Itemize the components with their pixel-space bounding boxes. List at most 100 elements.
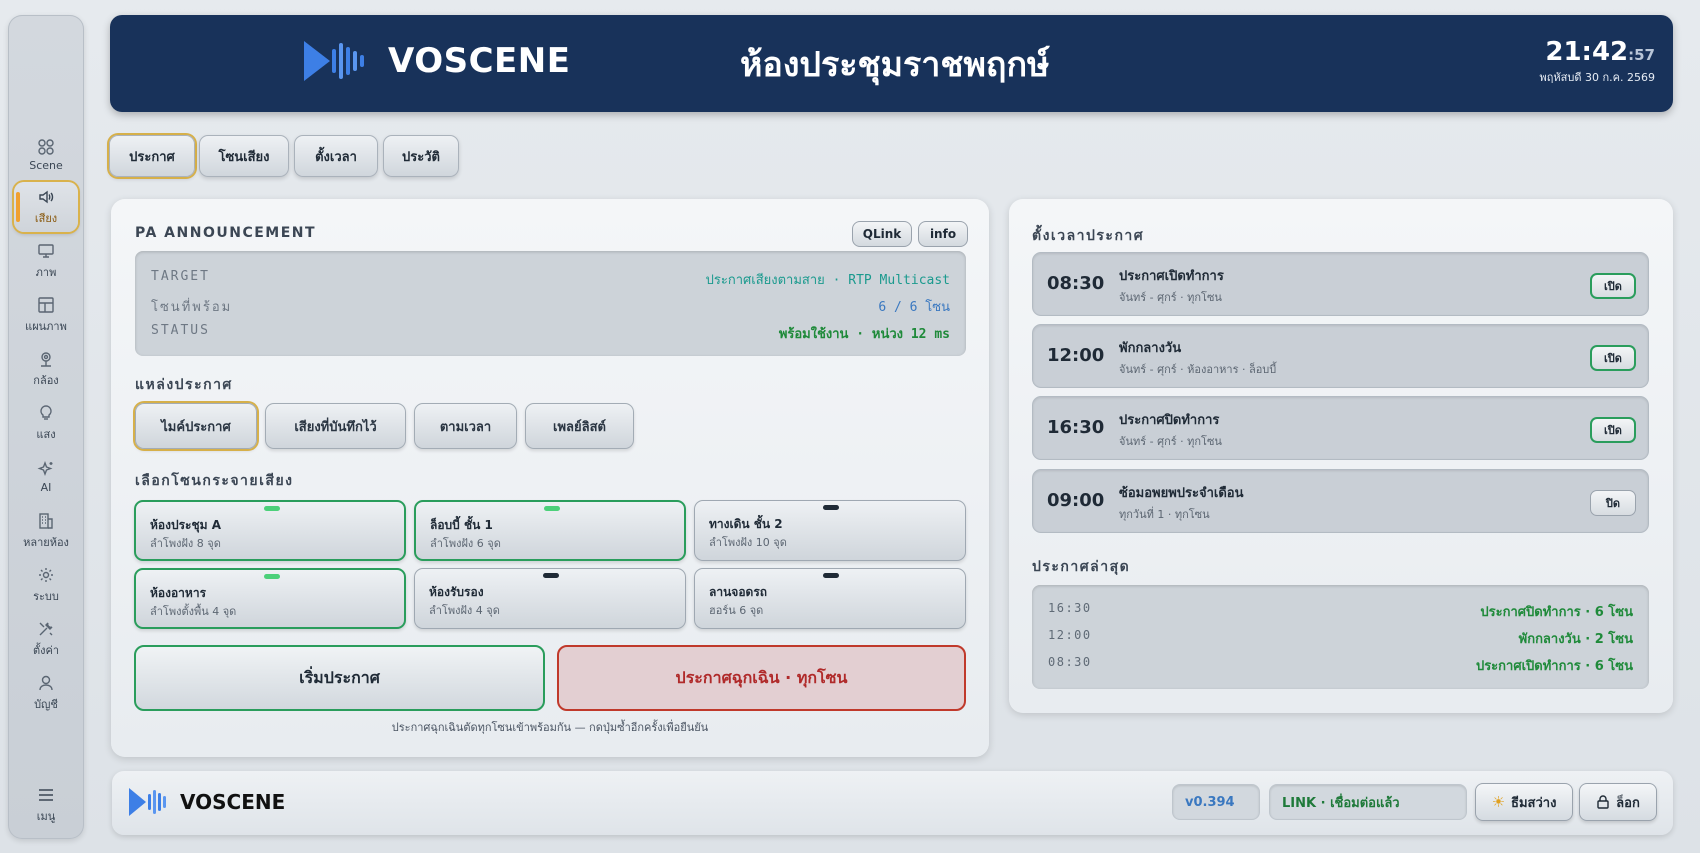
clock-time: 21:42 bbox=[1545, 37, 1629, 67]
start-announce-button[interactable]: เริ่มประกาศ bbox=[134, 645, 545, 711]
schedule-item-sub: จันทร์ - ศุกร์ · ทุกโซน bbox=[1119, 291, 1222, 304]
log-time: 12:00 bbox=[1048, 628, 1092, 642]
zone-led bbox=[823, 573, 839, 578]
hamburger-icon bbox=[39, 788, 53, 801]
info-key: STATUS bbox=[151, 323, 210, 338]
building-icon bbox=[39, 512, 53, 529]
schedule-item-sub: จันทร์ - ศุกร์ · ทุกโซน bbox=[1119, 435, 1222, 448]
schedule-item[interactable]: 12:00 พักกลางวัน จันทร์ - ศุกร์ · ห้องอา… bbox=[1032, 324, 1649, 388]
monitor-icon bbox=[38, 243, 54, 258]
source-scheduled-button[interactable]: ตามเวลา bbox=[414, 403, 517, 449]
schedule-item-title: ประกาศเปิดทำการ bbox=[1119, 269, 1224, 284]
clock-date: พฤหัสบดี 30 ก.ค. 2569 bbox=[1539, 71, 1656, 84]
zone-led bbox=[264, 506, 280, 511]
tab-zones[interactable]: โซนเสียง bbox=[199, 135, 289, 177]
log-row: 08:30 ประกาศเปิดทำการ · 6 โซน bbox=[1048, 655, 1633, 676]
sidebar: Scene เสียง ภาพ แผนภาพ กล้อง แสง AI หลาย… bbox=[8, 15, 84, 839]
schedule-item-title: ซ้อมอพยพประจำเดือน bbox=[1119, 486, 1244, 501]
brand-name: VOSCENE bbox=[388, 41, 571, 81]
zone-card-meeting-a[interactable]: ห้องประชุม A ลำโพงฝัง 8 จุด bbox=[134, 500, 406, 561]
voscene-logo-icon bbox=[129, 788, 166, 816]
sidebar-item-label: เสียง bbox=[34, 211, 58, 225]
sidebar-item-label: ตั้งค่า bbox=[32, 643, 60, 657]
info-row-status: STATUS พร้อมใช้งาน · หน่วง 12 ms bbox=[151, 323, 950, 344]
lock-button[interactable]: ล็อก bbox=[1579, 783, 1657, 821]
emergency-announce-button[interactable]: ประกาศฉุกเฉิน · ทุกโซน bbox=[557, 645, 966, 711]
info-row-target: TARGET ประกาศเสียงตามสาย · RTP Multicast bbox=[151, 269, 950, 290]
grid-icon bbox=[38, 139, 54, 155]
zone-card-parking[interactable]: ลานจอดรถ ฮอร์น 6 จุด bbox=[694, 568, 966, 629]
room-title: ห้องประชุมราชพฤกษ์ bbox=[740, 45, 1050, 85]
tab-schedule[interactable]: ตั้งเวลา bbox=[294, 135, 378, 177]
schedule-toggle[interactable]: เปิด bbox=[1590, 273, 1636, 299]
zone-card-corridor[interactable]: ทางเดิน ชั้น 2 ลำโพงฝัง 10 จุด bbox=[694, 500, 966, 561]
info-value: 6 / 6 โซน bbox=[878, 300, 950, 315]
source-mic-button[interactable]: ไมค์ประกาศ bbox=[135, 403, 257, 449]
schedule-toggle[interactable]: ปิด bbox=[1590, 490, 1636, 516]
source-title: แหล่งประกาศ bbox=[135, 377, 233, 393]
sidebar-menu-button[interactable]: เมนู bbox=[14, 780, 78, 830]
sidebar-item-label: Scene bbox=[29, 159, 63, 172]
schedule-item[interactable]: 09:00 ซ้อมอพยพประจำเดือน ทุกวันที่ 1 · ท… bbox=[1032, 469, 1649, 533]
log-row: 12:00 พักกลางวัน · 2 โซน bbox=[1048, 628, 1633, 649]
source-playlist-button[interactable]: เพลย์ลิสต์ bbox=[525, 403, 634, 449]
sidebar-menu-label: เมนู bbox=[36, 809, 56, 823]
schedule-toggle[interactable]: เปิด bbox=[1590, 417, 1636, 443]
schedule-time: 12:00 bbox=[1047, 345, 1105, 366]
clock: 21:42:57 พฤหัสบดี 30 ก.ค. 2569 bbox=[1540, 37, 1656, 86]
zone-sub: ฮอร์น 6 จุด bbox=[709, 604, 764, 617]
sidebar-item-label: ภาพ bbox=[35, 265, 57, 279]
log-row: 16:30 ประกาศปิดทำการ · 6 โซน bbox=[1048, 601, 1633, 622]
sidebar-item-sound[interactable]: เสียง bbox=[14, 182, 78, 232]
info-button[interactable]: info bbox=[918, 221, 968, 247]
tab-history[interactable]: ประวัติ bbox=[383, 135, 459, 177]
schedule-time: 08:30 bbox=[1047, 273, 1105, 294]
schedule-item[interactable]: 16:30 ประกาศปิดทำการ จันทร์ - ศุกร์ · ทุ… bbox=[1032, 396, 1649, 460]
footer-brand: VOSCENE bbox=[180, 790, 286, 814]
sidebar-item-system[interactable]: ระบบ bbox=[14, 560, 78, 610]
sidebar-item-layout[interactable]: แผนภาพ bbox=[14, 290, 78, 340]
zone-title: เลือกโซนกระจายเสียง bbox=[135, 473, 294, 489]
sidebar-item-settings[interactable]: ตั้งค่า bbox=[14, 614, 78, 664]
sidebar-item-scene[interactable]: Scene bbox=[14, 130, 78, 180]
pa-info-box: TARGET ประกาศเสียงตามสาย · RTP Multicast… bbox=[135, 251, 966, 356]
schedule-time: 09:00 bbox=[1047, 490, 1105, 511]
zone-name: ห้องประชุม A bbox=[150, 518, 222, 532]
sidebar-item-account[interactable]: บัญชี bbox=[14, 668, 78, 718]
schedule-item-sub: จันทร์ - ศุกร์ · ห้องอาหาร · ล็อบบี้ bbox=[1119, 363, 1277, 376]
zone-sub: ลำโพงตั้งพื้น 4 จุด bbox=[150, 605, 237, 618]
pa-title: PA ANNOUNCEMENT bbox=[135, 225, 317, 241]
zone-name: ทางเดิน ชั้น 2 bbox=[709, 517, 783, 531]
zone-card-dining[interactable]: ห้องอาหาร ลำโพงตั้งพื้น 4 จุด bbox=[134, 568, 406, 629]
qlink-button[interactable]: QLink bbox=[852, 221, 912, 247]
sidebar-item-multiroom[interactable]: หลายห้อง bbox=[14, 506, 78, 556]
zone-sub: ลำโพงฝัง 10 จุด bbox=[709, 536, 787, 549]
layout-icon bbox=[38, 296, 54, 313]
zone-card-lobby[interactable]: ล็อบบี้ ชั้น 1 ลำโพงฝัง 6 จุด bbox=[414, 500, 686, 561]
source-recorded-button[interactable]: เสียงที่บันทึกไว้ bbox=[265, 403, 406, 449]
tab-announce[interactable]: ประกาศ bbox=[109, 135, 195, 177]
sidebar-item-ai[interactable]: AI bbox=[14, 452, 78, 502]
theme-toggle-button[interactable]: ☀ ธีมสว่าง bbox=[1475, 783, 1573, 821]
user-icon bbox=[39, 675, 53, 690]
sun-icon: ☀ bbox=[1491, 793, 1506, 811]
emergency-hint: ประกาศฉุกเฉินตัดทุกโซนเข้าพร้อมกัน — กดป… bbox=[391, 721, 709, 734]
clock-seconds: :57 bbox=[1628, 46, 1655, 64]
sidebar-item-light[interactable]: แสง bbox=[14, 398, 78, 448]
log-time: 16:30 bbox=[1048, 601, 1092, 615]
info-row-zones: โซนที่พร้อม 6 / 6 โซน bbox=[151, 296, 950, 317]
link-status: LINK · เชื่อมต่อแล้ว bbox=[1269, 784, 1467, 820]
camera-icon bbox=[41, 351, 51, 367]
brand-logo: VOSCENE bbox=[302, 39, 570, 83]
zone-sub: ลำโพงฝัง 6 จุด bbox=[430, 537, 501, 550]
sidebar-item-label: หลายห้อง bbox=[23, 535, 69, 549]
sidebar-item-label: ระบบ bbox=[33, 589, 59, 603]
gear-icon bbox=[39, 567, 53, 582]
zone-card-reception[interactable]: ห้องรับรอง ลำโพงฝัง 4 จุด bbox=[414, 568, 686, 629]
zone-name: ลานจอดรถ bbox=[709, 585, 768, 599]
schedule-toggle[interactable]: เปิด bbox=[1590, 345, 1636, 371]
schedule-item[interactable]: 08:30 ประกาศเปิดทำการ จันทร์ - ศุกร์ · ท… bbox=[1032, 252, 1649, 316]
sidebar-item-camera[interactable]: กล้อง bbox=[14, 344, 78, 394]
zone-led bbox=[823, 505, 839, 510]
sidebar-item-video[interactable]: ภาพ bbox=[14, 236, 78, 286]
